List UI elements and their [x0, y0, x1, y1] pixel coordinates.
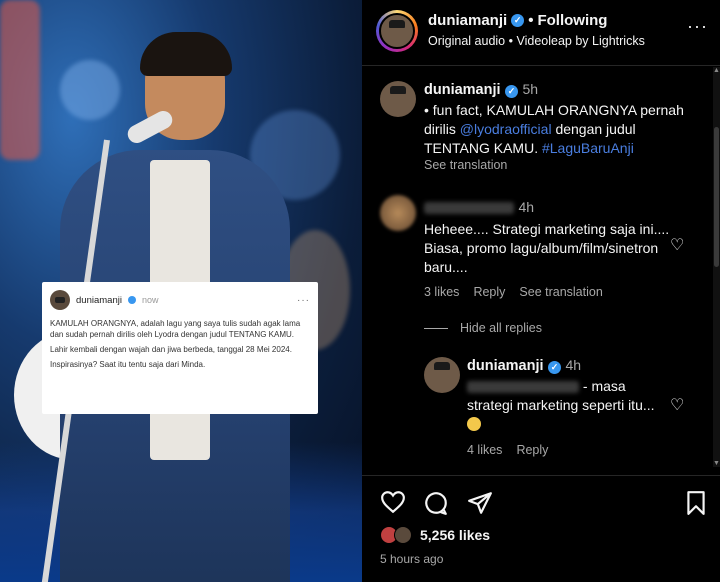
divider: [424, 327, 448, 329]
avatar[interactable]: [379, 13, 415, 49]
comment-time[interactable]: 4h: [518, 199, 534, 215]
likes-count[interactable]: 5,256 likes: [420, 527, 490, 543]
likes-summary[interactable]: 5,256 likes: [380, 526, 490, 544]
heart-icon[interactable]: ♡: [670, 235, 684, 255]
scroll-up-arrow-icon[interactable]: ▲: [713, 67, 720, 74]
caption-username[interactable]: duniamanji: [424, 82, 501, 98]
comment-text: Heheee.... Strategi marketing saja ini..…: [424, 221, 670, 275]
liker-avatar: [394, 526, 412, 544]
reply-time[interactable]: 4h: [565, 357, 581, 373]
mention-link[interactable]: @lyodraofficial: [460, 121, 552, 137]
comment-icon[interactable]: [423, 490, 449, 516]
likes-count[interactable]: 3 likes: [424, 285, 459, 299]
see-translation-link[interactable]: See translation: [424, 158, 507, 172]
scroll-down-arrow-icon[interactable]: ▼: [713, 460, 720, 467]
reply-button[interactable]: Reply: [473, 285, 505, 299]
post-actions: 5,256 likes 5 hours ago: [362, 475, 720, 582]
card-username: duniamanji: [76, 294, 122, 306]
caption-time[interactable]: 5h: [522, 81, 538, 97]
card-paragraph: Lahir kembali dengan wajah dan jiwa berb…: [50, 345, 292, 354]
embedded-post-card: duniamanji now ··· KAMULAH ORANGNYA, ada…: [42, 282, 318, 414]
verified-badge-icon: [127, 296, 136, 304]
bookmark-icon[interactable]: [685, 490, 707, 516]
hide-replies-label[interactable]: Hide all replies: [460, 321, 542, 335]
header-username[interactable]: duniamanji: [428, 12, 507, 29]
separator-dot: •: [528, 12, 534, 29]
comments-scrollbar[interactable]: ▲ ▼: [713, 67, 720, 467]
verified-badge-icon: ✓: [511, 14, 525, 27]
likes-count[interactable]: 4 likes: [467, 443, 502, 457]
see-translation-link[interactable]: See translation: [519, 285, 602, 299]
audio-source[interactable]: Videoleap by Lightricks: [517, 34, 645, 48]
avatar[interactable]: [424, 357, 460, 393]
reply-username[interactable]: duniamanji: [467, 358, 544, 374]
emoji-icon: [467, 417, 481, 431]
scroll-thumb[interactable]: [714, 127, 719, 267]
card-paragraph: Inspirasinya? Saat itu tentu saja dari M…: [50, 360, 206, 369]
post-timestamp[interactable]: 5 hours ago: [380, 552, 443, 566]
hashtag-link[interactable]: #LaguBaruAnji: [542, 140, 634, 156]
story-ring[interactable]: [376, 10, 418, 52]
separator-dot: •: [508, 34, 514, 48]
verified-badge-icon: ✓: [505, 85, 518, 98]
avatar[interactable]: [380, 81, 416, 117]
heart-icon[interactable]: ♡: [670, 395, 684, 415]
comments-list: duniamanji ✓ 5h • fun fact, KAMULAH ORAN…: [362, 67, 712, 467]
heart-icon[interactable]: [380, 490, 406, 514]
avatar[interactable]: [380, 195, 416, 231]
bokeh-light: [60, 60, 120, 120]
singer-hair: [140, 32, 232, 76]
blurred-username[interactable]: [424, 201, 514, 214]
following-button[interactable]: Following: [537, 12, 607, 29]
post-media[interactable]: duniamanji now ··· KAMULAH ORANGNYA, ada…: [0, 0, 362, 582]
audio-label[interactable]: Original audio: [428, 34, 505, 48]
more-options-icon[interactable]: ···: [687, 16, 708, 37]
reply-button[interactable]: Reply: [516, 443, 548, 457]
card-paragraph: KAMULAH ORANGNYA, adalah lagu yang saya …: [50, 319, 301, 339]
share-icon[interactable]: [467, 490, 493, 516]
post-header: duniamanji ✓ • Following Original audio …: [362, 0, 720, 66]
card-time: now: [141, 295, 159, 305]
stage-light: [0, 0, 40, 160]
hide-replies-toggle[interactable]: Hide all replies: [424, 321, 542, 335]
avatar: [50, 290, 70, 310]
blurred-mention[interactable]: [467, 381, 579, 394]
more-options-icon: ···: [297, 294, 310, 306]
post-panel: duniamanji ✓ • Following Original audio …: [362, 0, 720, 582]
verified-badge-icon: ✓: [548, 361, 561, 374]
